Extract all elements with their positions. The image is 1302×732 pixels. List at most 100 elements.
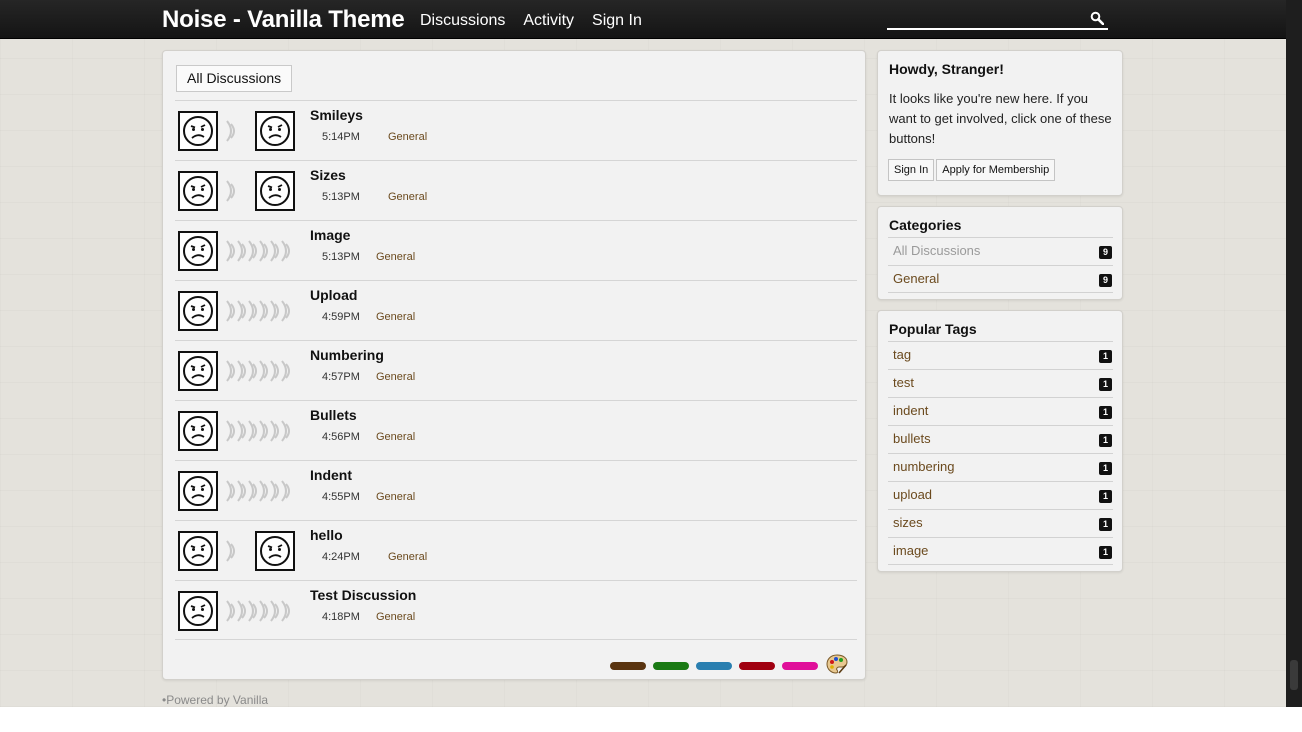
sound-waves-icon xyxy=(223,179,242,207)
sign-in-button[interactable]: Sign In xyxy=(888,159,935,181)
author-avatar[interactable] xyxy=(178,111,218,151)
tag-label: sizes xyxy=(893,515,923,530)
category-count-badge: 9 xyxy=(1099,246,1112,259)
discussion-title[interactable]: Numbering xyxy=(310,347,384,363)
discussion-category[interactable]: General xyxy=(376,371,415,383)
discussion-row[interactable]: Smileys 5:14PM General xyxy=(175,100,857,160)
discussion-time: 4:56PM xyxy=(322,431,360,443)
footer: •Powered by Vanilla xyxy=(162,693,268,707)
howdy-text: It looks like you're new here. If you wa… xyxy=(889,91,1112,146)
site-title[interactable]: Noise - Vanilla Theme xyxy=(162,6,405,34)
scrollbar[interactable] xyxy=(1286,0,1302,707)
discussion-row[interactable]: Sizes 5:13PM General xyxy=(175,160,857,220)
search-input[interactable] xyxy=(887,8,1082,29)
discussion-category[interactable]: General xyxy=(376,311,415,323)
nav-activity[interactable]: Activity xyxy=(523,12,574,30)
discussion-row[interactable]: Upload 4:59PM General xyxy=(175,280,857,340)
author-avatar[interactable] xyxy=(178,231,218,271)
author-avatar[interactable] xyxy=(178,471,218,511)
apply-membership-button[interactable]: Apply for Membership xyxy=(936,159,1056,181)
scrollbar-thumb[interactable] xyxy=(1290,660,1298,690)
discussion-category[interactable]: General xyxy=(388,131,427,143)
discussion-time: 5:13PM xyxy=(322,191,360,203)
author-avatar[interactable] xyxy=(178,591,218,631)
discussion-category[interactable]: General xyxy=(376,611,415,623)
last-poster-avatar[interactable] xyxy=(255,111,295,151)
author-avatar[interactable] xyxy=(178,531,218,571)
powered-by-link[interactable]: Powered by Vanilla xyxy=(166,693,268,707)
discussion-title[interactable]: Image xyxy=(310,227,350,243)
category-item[interactable]: General 9 xyxy=(888,265,1113,293)
tag-item[interactable]: upload 1 xyxy=(888,481,1113,509)
category-item[interactable]: All Discussions 9 xyxy=(888,237,1113,265)
tag-item[interactable]: numbering 1 xyxy=(888,453,1113,481)
palette-icon[interactable] xyxy=(826,654,848,678)
tag-item[interactable]: image 1 xyxy=(888,537,1113,565)
tag-count-badge: 1 xyxy=(1099,490,1112,503)
tag-label: numbering xyxy=(893,459,955,474)
discussion-category[interactable]: General xyxy=(376,491,415,503)
page-background: Noise - Vanilla Theme Discussions Activi… xyxy=(0,0,1286,707)
author-avatar[interactable] xyxy=(178,171,218,211)
discussion-category[interactable]: General xyxy=(376,431,415,443)
discussion-title[interactable]: Bullets xyxy=(310,407,357,423)
tag-count-badge: 1 xyxy=(1099,378,1112,391)
tag-count-badge: 1 xyxy=(1099,462,1112,475)
theme-swatch[interactable] xyxy=(782,662,818,670)
tag-item[interactable]: test 1 xyxy=(888,369,1113,397)
discussion-row[interactable]: Numbering 4:57PM General xyxy=(175,340,857,400)
discussion-title[interactable]: Sizes xyxy=(310,167,346,183)
nav-sign-in[interactable]: Sign In xyxy=(592,12,642,30)
discussion-row[interactable]: Indent 4:55PM General xyxy=(175,460,857,520)
tag-item[interactable]: indent 1 xyxy=(888,397,1113,425)
discussion-title[interactable]: Test Discussion xyxy=(310,587,416,603)
discussion-title[interactable]: hello xyxy=(310,527,343,543)
category-label: General xyxy=(893,271,940,286)
theme-swatch[interactable] xyxy=(610,662,646,670)
author-avatar[interactable] xyxy=(178,291,218,331)
theme-swatch[interactable] xyxy=(739,662,775,670)
category-list: All Discussions 9 General 9 xyxy=(888,237,1113,293)
search-box xyxy=(887,8,1108,30)
sound-waves-icon xyxy=(223,599,297,627)
discussion-category[interactable]: General xyxy=(388,191,427,203)
tab-all-discussions[interactable]: All Discussions xyxy=(176,65,293,92)
tag-item[interactable]: sizes 1 xyxy=(888,509,1113,537)
search-icon[interactable] xyxy=(1090,10,1105,29)
tag-list: tag 1 test 1 indent 1 bullets 1 numbering 1 upload… xyxy=(888,341,1113,565)
howdy-title: Howdy, Stranger! xyxy=(889,61,1004,77)
categories-title: Categories xyxy=(889,217,962,233)
category-count-badge: 9 xyxy=(1099,274,1112,287)
discussion-row[interactable]: hello 4:24PM General xyxy=(175,520,857,580)
discussion-row[interactable]: Bullets 4:56PM General xyxy=(175,400,857,460)
discussion-title[interactable]: Indent xyxy=(310,467,352,483)
discussion-title[interactable]: Upload xyxy=(310,287,357,303)
tag-item[interactable]: tag 1 xyxy=(888,341,1113,369)
last-poster-avatar[interactable] xyxy=(255,171,295,211)
author-avatar[interactable] xyxy=(178,411,218,451)
last-poster-avatar[interactable] xyxy=(255,531,295,571)
discussion-row[interactable]: Test Discussion 4:18PM General xyxy=(175,580,857,640)
tag-label: test xyxy=(893,375,914,390)
author-avatar[interactable] xyxy=(178,351,218,391)
discussion-title[interactable]: Smileys xyxy=(310,107,363,123)
discussion-time: 4:55PM xyxy=(322,491,360,503)
discussion-time: 4:24PM xyxy=(322,551,360,563)
sound-waves-icon xyxy=(223,419,297,447)
sound-waves-icon xyxy=(223,479,297,507)
discussion-category[interactable]: General xyxy=(376,251,415,263)
tag-item[interactable]: bullets 1 xyxy=(888,425,1113,453)
popular-tags-title: Popular Tags xyxy=(889,321,977,337)
theme-color-swatches xyxy=(610,654,848,678)
categories-box: Categories All Discussions 9 General 9 xyxy=(877,206,1123,300)
sound-waves-icon xyxy=(223,119,242,147)
popular-tags-box: Popular Tags tag 1 test 1 indent 1 bullets 1 num… xyxy=(877,310,1123,572)
main-nav: Discussions Activity Sign In xyxy=(420,12,642,30)
theme-swatch[interactable] xyxy=(653,662,689,670)
discussion-row[interactable]: Image 5:13PM General xyxy=(175,220,857,280)
top-bar: Noise - Vanilla Theme Discussions Activi… xyxy=(0,0,1286,39)
nav-discussions[interactable]: Discussions xyxy=(420,12,505,30)
howdy-box: Howdy, Stranger! It looks like you're ne… xyxy=(877,50,1123,196)
discussion-category[interactable]: General xyxy=(388,551,427,563)
theme-swatch[interactable] xyxy=(696,662,732,670)
